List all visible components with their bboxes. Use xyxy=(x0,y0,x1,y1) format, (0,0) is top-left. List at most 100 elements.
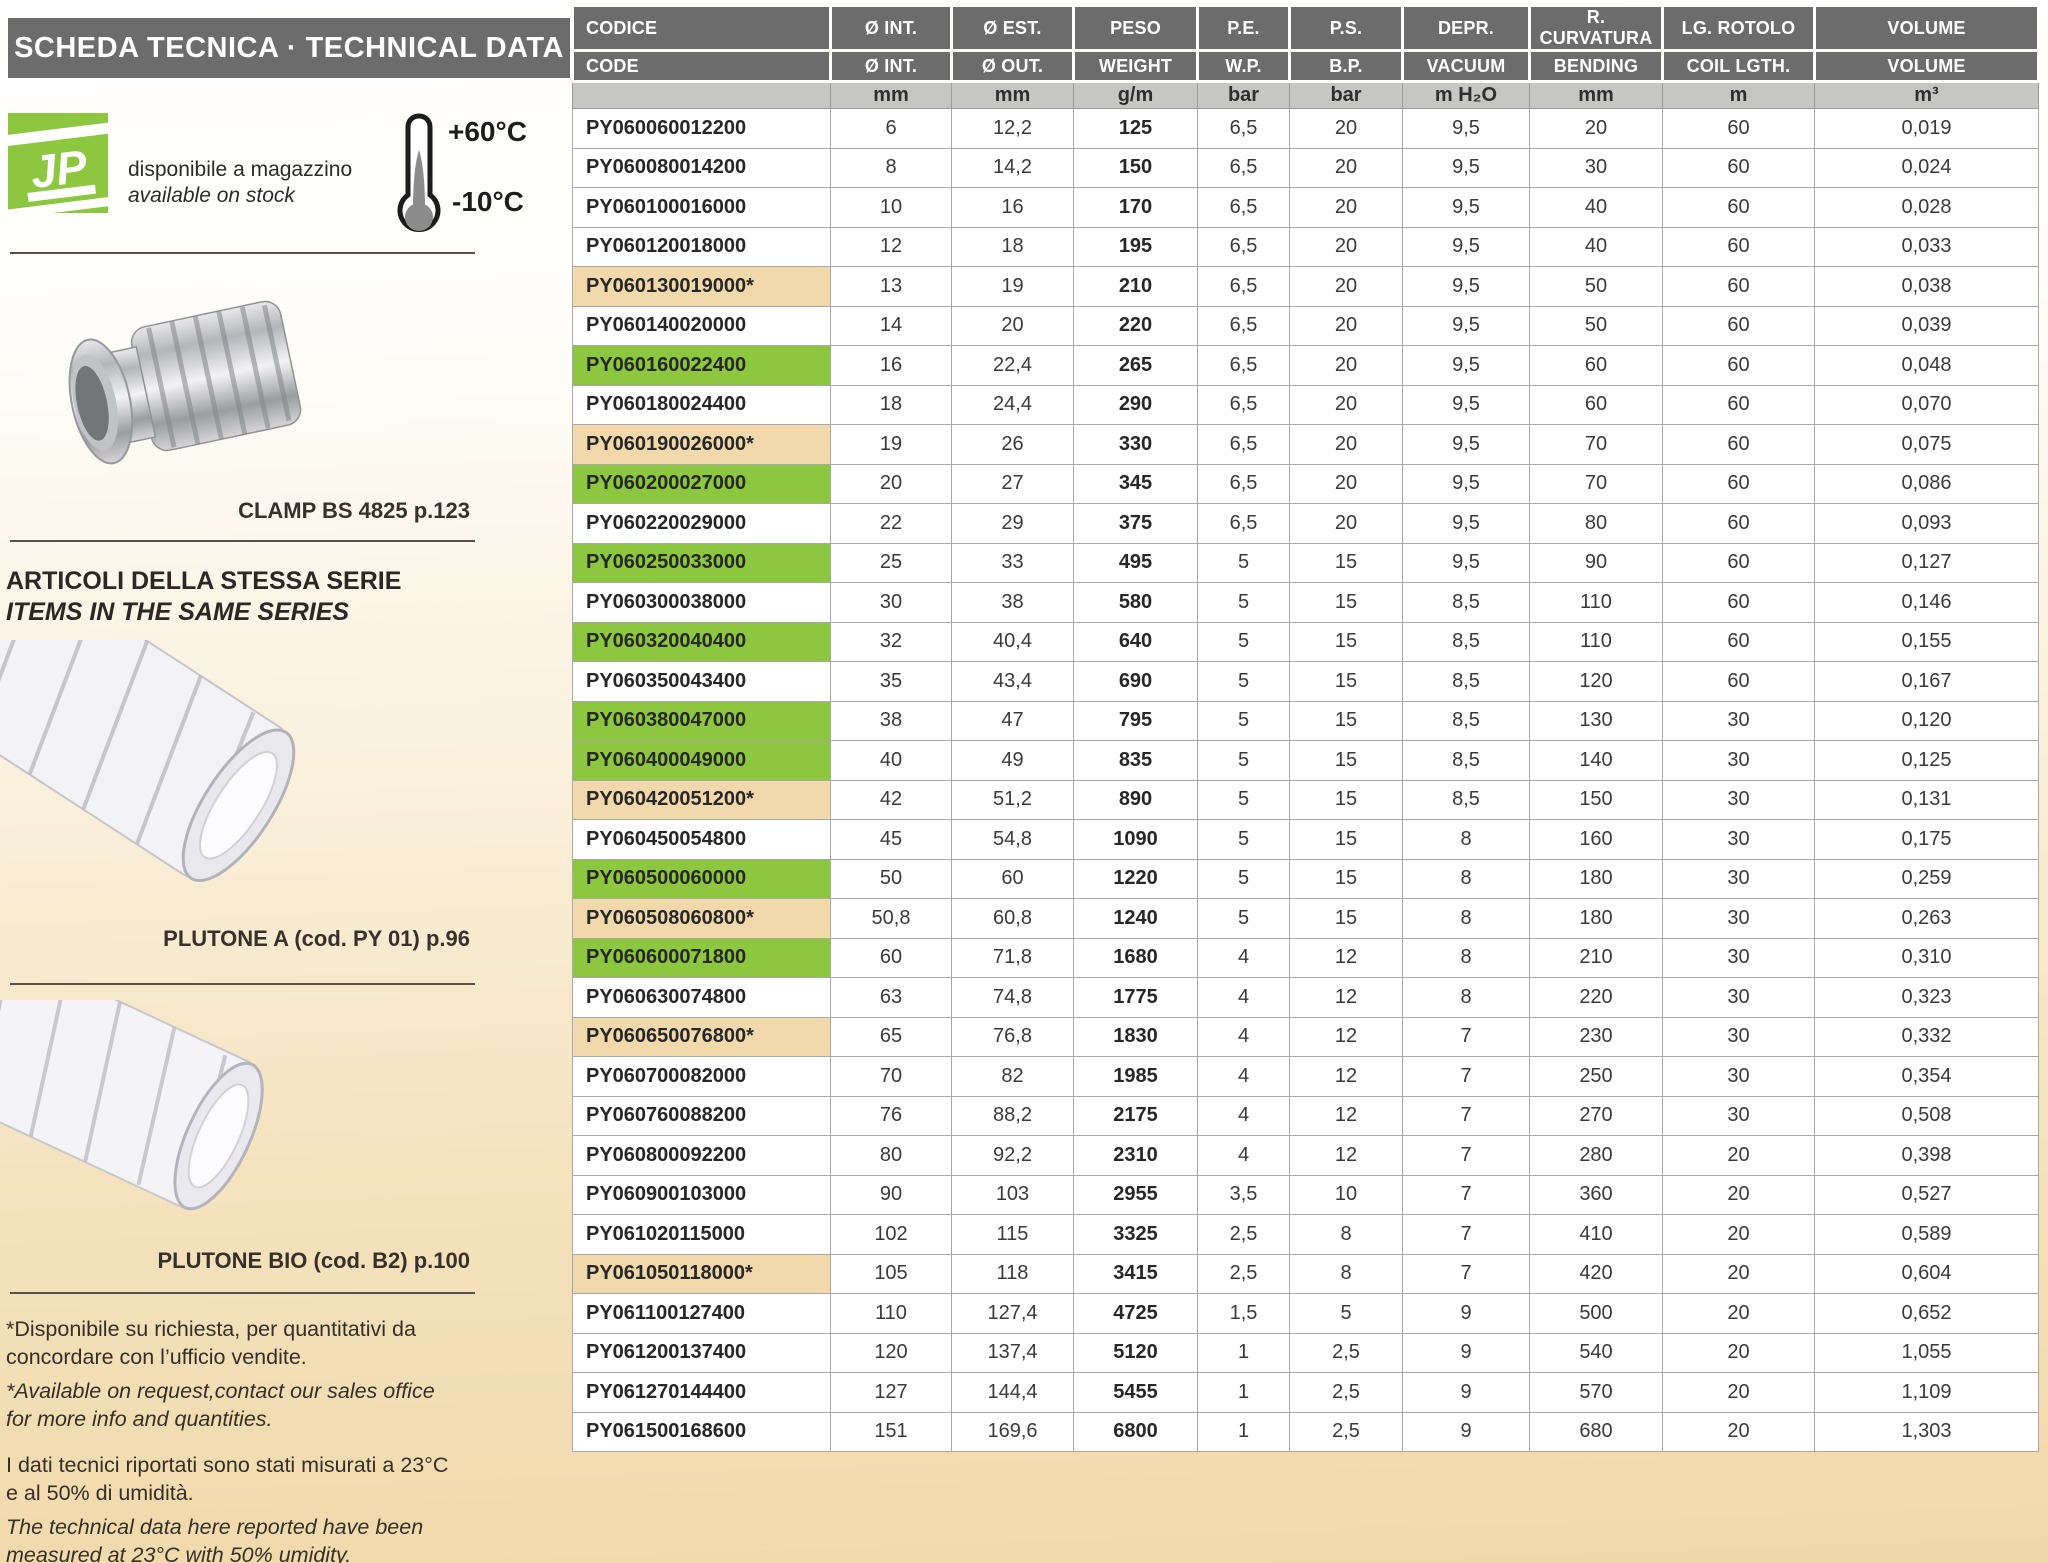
header-cell: W.P. xyxy=(1196,49,1291,83)
cell-value: 20 xyxy=(1289,305,1403,346)
cell-value: 60 xyxy=(1529,345,1663,386)
cell-value: 0,155 xyxy=(1814,621,2039,662)
cell-value: 0,033 xyxy=(1814,226,2039,267)
cell-value: 1 xyxy=(1197,1372,1290,1413)
cell-value: 1,055 xyxy=(1814,1332,2039,1373)
cell-value: 6 xyxy=(830,108,952,149)
cell-value: 60 xyxy=(1662,147,1815,188)
cell-value: 20 xyxy=(1662,1293,1815,1334)
cell-value: 0,048 xyxy=(1814,345,2039,386)
cell-value: 20 xyxy=(1662,1372,1815,1413)
unit-cell: bar xyxy=(1197,80,1290,109)
cell-value: 45 xyxy=(830,819,952,860)
cell-value: 9,5 xyxy=(1402,503,1530,544)
cell-value: 90 xyxy=(1529,542,1663,583)
divider xyxy=(10,1292,475,1294)
cell-product-code: PY061020115000 xyxy=(572,1214,831,1255)
cell-value: 6,5 xyxy=(1197,226,1290,267)
table-row: PY060800092200 80 92,2 2310 4 12 7 280 20 0,398 xyxy=(572,1135,2039,1176)
cell-value: 9,5 xyxy=(1402,226,1530,267)
cell-value: 88,2 xyxy=(951,1095,1074,1136)
cell-value: 60 xyxy=(1662,108,1815,149)
cell-value: 18 xyxy=(951,226,1074,267)
header-cell: PESO xyxy=(1072,4,1199,52)
cell-value: 20 xyxy=(1289,266,1403,307)
cell-value: 12 xyxy=(1289,1095,1403,1136)
cell-value: 19 xyxy=(951,266,1074,307)
cell-value: 570 xyxy=(1529,1372,1663,1413)
cell-value: 15 xyxy=(1289,582,1403,623)
header-cell: P.E. xyxy=(1196,4,1291,52)
cell-value: 9,5 xyxy=(1402,266,1530,307)
cell-value: 125 xyxy=(1073,108,1198,149)
unit-cell: g/m xyxy=(1073,80,1198,109)
cell-value: 60 xyxy=(1662,582,1815,623)
cell-value: 0,527 xyxy=(1814,1174,2039,1215)
cell-value: 265 xyxy=(1073,345,1198,386)
cell-value: 7 xyxy=(1402,1174,1530,1215)
header-cell: VOLUME xyxy=(1813,49,2040,83)
cell-value: 30 xyxy=(1662,1095,1815,1136)
cell-value: 1775 xyxy=(1073,977,1198,1018)
cell-value: 4 xyxy=(1197,1056,1290,1097)
cell-value: 105 xyxy=(830,1253,952,1294)
cell-value: 0,093 xyxy=(1814,503,2039,544)
cell-value: 20 xyxy=(1289,384,1403,425)
cell-value: 2,5 xyxy=(1197,1214,1290,1255)
cell-value: 180 xyxy=(1529,898,1663,939)
cell-product-code: PY060130019000* xyxy=(572,266,831,307)
cell-product-code: PY060140020000 xyxy=(572,305,831,346)
cell-value: 32 xyxy=(830,621,952,662)
cell-value: 38 xyxy=(830,700,952,741)
table-row: PY060400049000 40 49 835 5 15 8,5 140 30 0,125 xyxy=(572,740,2039,781)
cell-value: 2955 xyxy=(1073,1174,1198,1215)
cell-product-code: PY060320040400 xyxy=(572,621,831,662)
cell-value: 3325 xyxy=(1073,1214,1198,1255)
cell-product-code: PY060800092200 xyxy=(572,1135,831,1176)
cell-value: 375 xyxy=(1073,503,1198,544)
table-row: PY061500168600 151 169,6 6800 1 2,5 9 680 20 1,30… xyxy=(572,1411,2039,1452)
cell-product-code: PY060060012200 xyxy=(572,108,831,149)
cell-value: 0,120 xyxy=(1814,700,2039,741)
cell-value: 8,5 xyxy=(1402,740,1530,781)
cell-value: 60 xyxy=(1662,542,1815,583)
cell-product-code: PY060630074800 xyxy=(572,977,831,1018)
cell-value: 42 xyxy=(830,779,952,820)
cell-value: 360 xyxy=(1529,1174,1663,1215)
cell-value: 9 xyxy=(1402,1411,1530,1452)
header-cell: CODE xyxy=(571,49,832,83)
cell-value: 0,259 xyxy=(1814,858,2039,899)
cell-value: 1,109 xyxy=(1814,1372,2039,1413)
cell-value: 15 xyxy=(1289,858,1403,899)
cell-value: 49 xyxy=(951,740,1074,781)
cell-value: 7 xyxy=(1402,1016,1530,1057)
header-cell: LG. ROTOLO xyxy=(1661,4,1816,52)
cell-value: 345 xyxy=(1073,463,1198,504)
cell-value: 50 xyxy=(830,858,952,899)
cell-value: 12 xyxy=(1289,977,1403,1018)
cell-value: 690 xyxy=(1073,661,1198,702)
cell-value: 150 xyxy=(1529,779,1663,820)
table-row: PY061200137400 120 137,4 5120 1 2,5 9 540 20 1,05… xyxy=(572,1332,2039,1373)
cell-value: 9,5 xyxy=(1402,463,1530,504)
header-cell: Ø EST. xyxy=(950,4,1075,52)
table-row: PY060120018000 12 18 195 6,5 20 9,5 40 60 0,033 xyxy=(572,226,2039,267)
cell-value: 25 xyxy=(830,542,952,583)
header-cell: Ø OUT. xyxy=(950,49,1075,83)
cell-value: 8 xyxy=(1402,819,1530,860)
cell-product-code: PY061200137400 xyxy=(572,1332,831,1373)
datasheet-page: SCHEDA TECNICA · TECHNICAL DATA JP dispo… xyxy=(0,0,2048,1563)
cell-value: 1220 xyxy=(1073,858,1198,899)
cell-value: 12 xyxy=(1289,937,1403,978)
footnote-conditions-english: The technical data here reported have be… xyxy=(6,1514,424,1563)
cell-value: 4 xyxy=(1197,1135,1290,1176)
cell-value: 2,5 xyxy=(1289,1372,1403,1413)
cell-value: 0,398 xyxy=(1814,1135,2039,1176)
cell-value: 169,6 xyxy=(951,1411,1074,1452)
temperature-max: +60°C xyxy=(448,116,527,147)
cell-value: 4725 xyxy=(1073,1293,1198,1334)
cell-value: 0,024 xyxy=(1814,147,2039,188)
table-row: PY060130019000* 13 19 210 6,5 20 9,5 50 60 0,038 xyxy=(572,266,2039,307)
unit-cell: m xyxy=(1662,80,1815,109)
cell-value: 50 xyxy=(1529,266,1663,307)
